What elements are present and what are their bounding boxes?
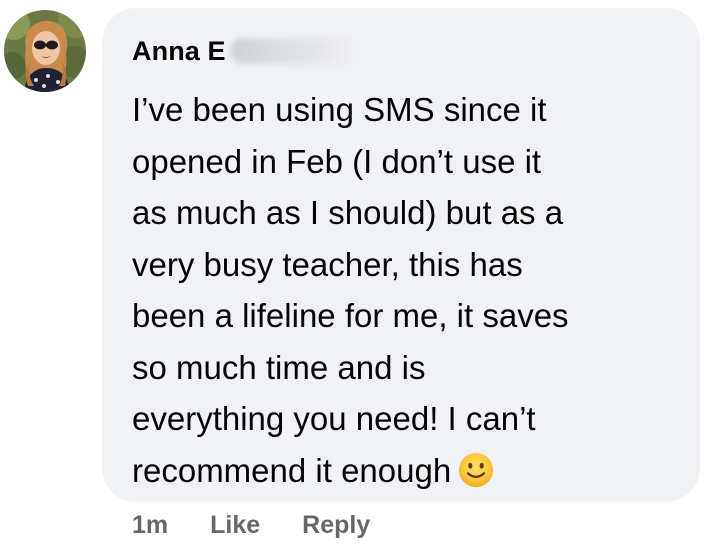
comment-timestamp[interactable]: 1m: [132, 511, 168, 540]
reply-button[interactable]: Reply: [302, 511, 370, 540]
comment-line: as much as I should) but as a: [132, 194, 564, 231]
comment-line: recommend it enough: [132, 451, 452, 489]
comment-line: been a lifeline for me, it saves: [132, 297, 569, 334]
slightly-smiling-face-icon: [459, 452, 494, 487]
comment-text: I’ve been using SMS since it opened in F…: [132, 84, 692, 496]
profile-photo-icon: [4, 10, 86, 92]
comment-line: very busy teacher, this has: [132, 245, 523, 283]
redacted-name-blur: [229, 38, 358, 64]
comment-line: everything you need! I can’t: [132, 400, 536, 437]
comment-actions: 1m Like Reply: [132, 508, 412, 542]
comment-bubble: Anna E I’ve been using SMS since it open…: [102, 8, 700, 502]
comment-last-line: recommend it enough: [132, 445, 692, 497]
comment-line: I’ve been using SMS since it: [132, 91, 547, 128]
comment-line: so much time and is: [132, 348, 426, 386]
avatar[interactable]: [4, 10, 86, 92]
comment-line: opened in Feb (I don’t use it: [132, 142, 542, 180]
author-name[interactable]: Anna E: [132, 36, 226, 67]
author-row: Anna E: [132, 36, 358, 66]
like-button[interactable]: Like: [210, 511, 260, 540]
